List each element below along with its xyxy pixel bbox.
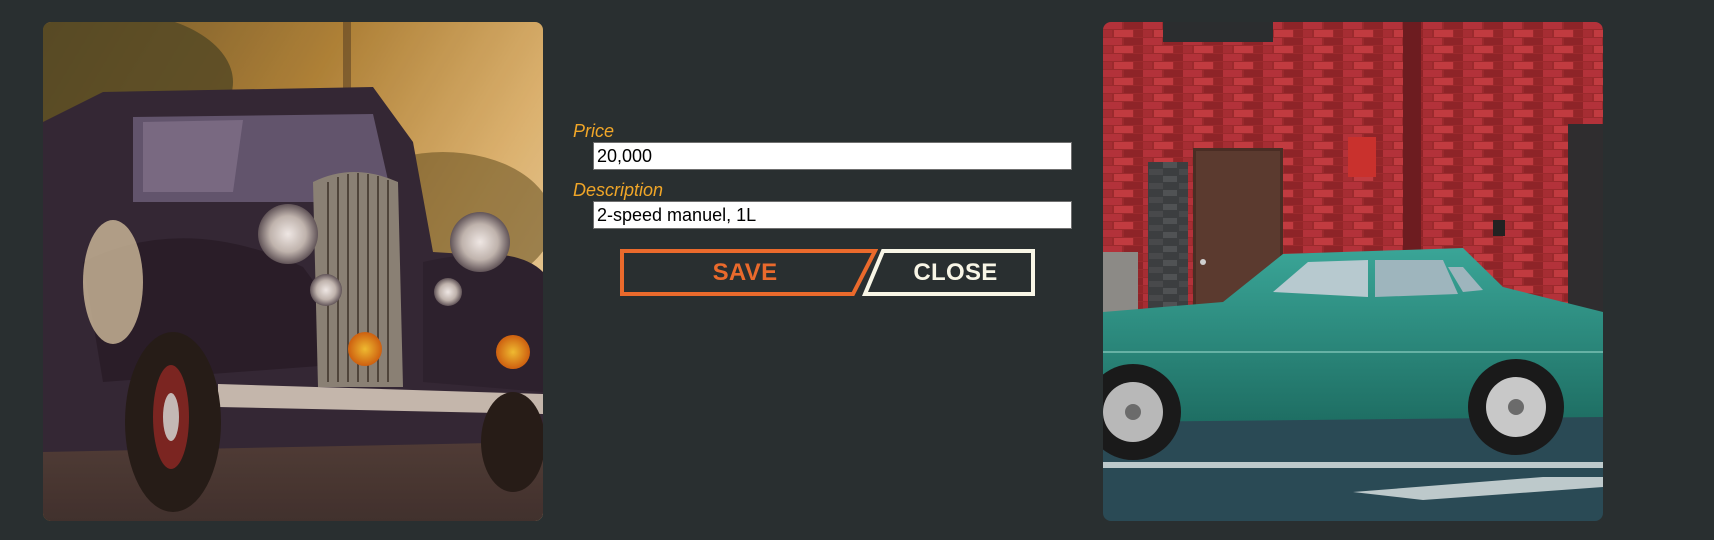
description-label: Description <box>573 180 664 200</box>
green-sedan-image <box>1103 22 1603 521</box>
price-input[interactable] <box>593 142 1072 170</box>
close-button[interactable]: CLOSE <box>862 249 1035 296</box>
save-button[interactable]: SAVE <box>620 249 878 296</box>
vintage-car-photo <box>43 22 543 521</box>
description-input[interactable] <box>593 201 1072 229</box>
car-edit-form: Price Description <box>573 120 1073 229</box>
form-actions: SAVE CLOSE <box>620 249 1035 296</box>
save-button-label: SAVE <box>712 258 778 286</box>
close-button-label: CLOSE <box>913 258 998 286</box>
green-sedan-photo <box>1103 22 1603 521</box>
price-label: Price <box>573 121 615 141</box>
vintage-car-image <box>43 22 543 521</box>
